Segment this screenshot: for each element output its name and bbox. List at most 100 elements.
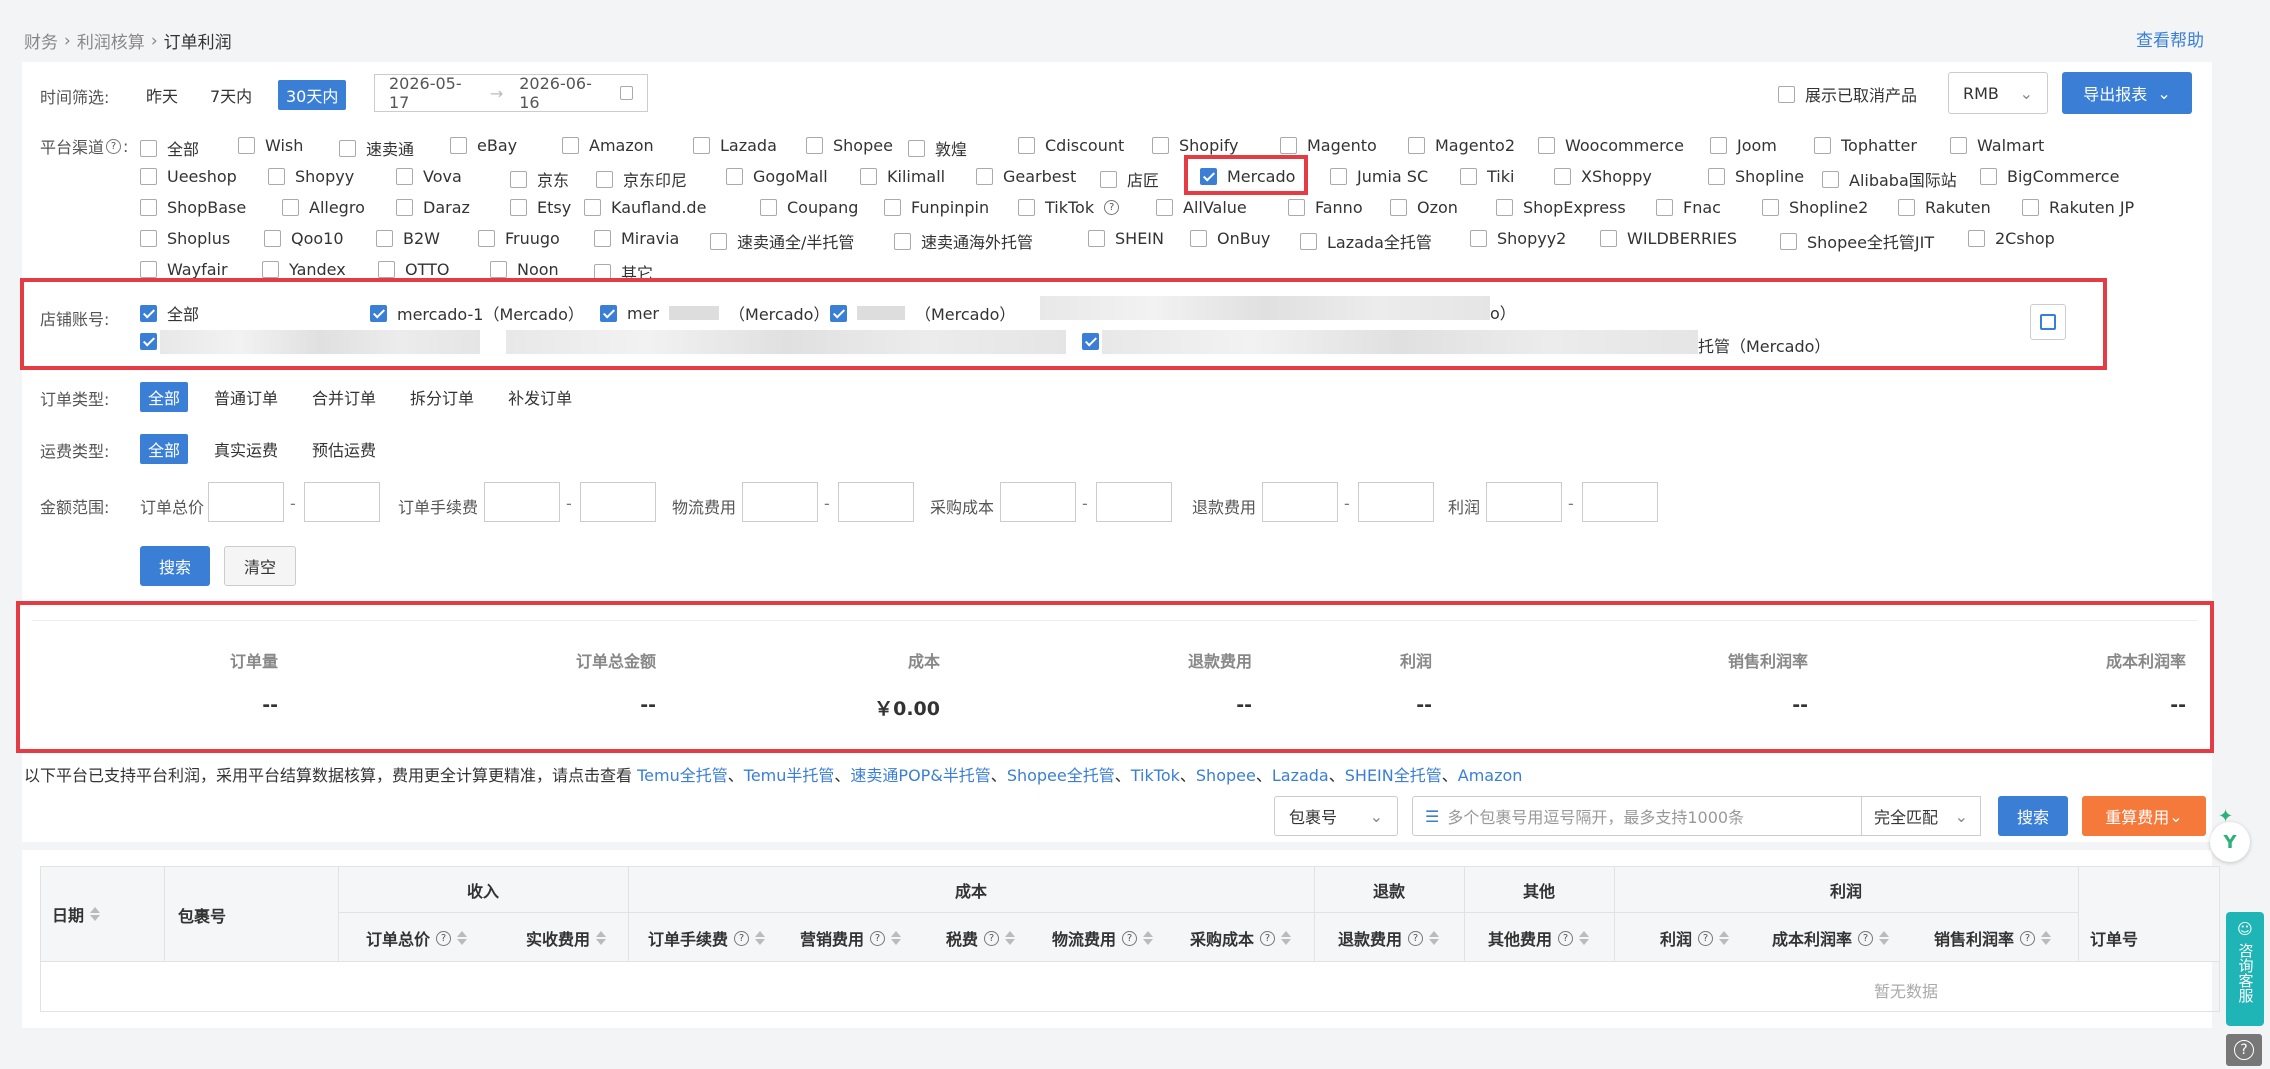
sort-icon[interactable] xyxy=(1719,931,1730,945)
package-search-input[interactable]: ☰ 多个包裹号用逗号隔开，最多支持1000条 xyxy=(1412,796,1862,836)
consult-service-button[interactable]: ☺ 咨询客服 xyxy=(2226,912,2264,1026)
platform-option[interactable]: Lazada全托管 xyxy=(1300,229,1432,253)
sort-icon[interactable] xyxy=(2041,931,2052,945)
platform-option[interactable]: Shoplus xyxy=(140,229,230,248)
amount-min-input[interactable] xyxy=(1000,482,1076,522)
search-button[interactable]: 搜索 xyxy=(140,546,210,586)
platform-option[interactable]: TikTok? xyxy=(1018,198,1120,217)
platform-option[interactable]: Kilimall xyxy=(860,167,945,186)
col-date[interactable]: 日期 xyxy=(52,902,101,926)
amount-min-input[interactable] xyxy=(484,482,560,522)
column-header[interactable]: 采购成本? xyxy=(1190,926,1292,950)
platform-option[interactable]: Magento2 xyxy=(1408,136,1515,155)
sort-icon[interactable] xyxy=(1429,931,1440,945)
platform-option[interactable]: Alibaba国际站 xyxy=(1822,167,1957,191)
column-header[interactable]: 订单号 xyxy=(2090,926,2138,950)
platform-option[interactable]: Shopee xyxy=(806,136,893,155)
help-circle-icon[interactable]: ? xyxy=(870,930,886,946)
order-type-reissue[interactable]: 补发订单 xyxy=(500,382,580,412)
column-header[interactable]: 成本利润率? xyxy=(1772,926,1890,950)
amount-max-input[interactable] xyxy=(580,482,656,522)
platform-option[interactable]: Walmart xyxy=(1950,136,2044,155)
platform-option[interactable]: Allegro xyxy=(282,198,365,217)
platform-option[interactable]: Lazada xyxy=(693,136,777,155)
freight-type-real[interactable]: 真实运费 xyxy=(206,434,286,464)
platform-profit-link[interactable]: Lazada xyxy=(1272,766,1329,785)
sort-icon[interactable] xyxy=(1281,931,1292,945)
package-search-button[interactable]: 搜索 xyxy=(1998,796,2068,836)
platform-option[interactable]: Qoo10 xyxy=(264,229,344,248)
help-circle-icon[interactable]: ? xyxy=(984,930,1000,946)
store-item[interactable]: （Mercado） xyxy=(830,301,1015,325)
order-type-normal[interactable]: 普通订单 xyxy=(206,382,286,412)
platform-option[interactable]: Fnac xyxy=(1656,198,1721,217)
platform-option[interactable]: Shopline2 xyxy=(1762,198,1868,217)
help-circle-icon[interactable]: ? xyxy=(1558,930,1574,946)
help-circle-icon[interactable]: ? xyxy=(2020,930,2036,946)
platform-option[interactable]: SHEIN xyxy=(1088,229,1164,248)
order-type-split[interactable]: 拆分订单 xyxy=(402,382,482,412)
breadcrumb-profit[interactable]: 利润核算 xyxy=(77,28,145,53)
collapse-button[interactable] xyxy=(2030,304,2066,340)
platform-option[interactable]: eBay xyxy=(450,136,517,155)
help-circle-icon[interactable]: ? xyxy=(1104,200,1120,215)
platform-option[interactable]: BigCommerce xyxy=(1980,167,2119,186)
assistant-icon[interactable]: Y xyxy=(2210,822,2250,862)
amount-max-input[interactable] xyxy=(1582,482,1658,522)
amount-min-input[interactable] xyxy=(1262,482,1338,522)
time-option-7days[interactable]: 7天内 xyxy=(202,80,260,110)
column-header[interactable]: 其他费用? xyxy=(1488,926,1590,950)
platform-option[interactable]: Wayfair xyxy=(140,260,228,279)
platform-option[interactable]: Magento xyxy=(1280,136,1377,155)
help-circle-icon[interactable]: ? xyxy=(1408,930,1424,946)
amount-max-input[interactable] xyxy=(1358,482,1434,522)
store-item[interactable]: mercado-1（Mercado） xyxy=(370,301,584,325)
platform-option[interactable]: Ueeshop xyxy=(140,167,237,186)
sort-icon[interactable] xyxy=(1005,931,1016,945)
platform-option[interactable]: Noon xyxy=(490,260,559,279)
platform-option[interactable]: Jumia SC xyxy=(1330,167,1428,186)
platform-option[interactable]: Woocommerce xyxy=(1538,136,1684,155)
platform-option[interactable]: AllValue xyxy=(1156,198,1247,217)
platform-option[interactable]: Rakuten xyxy=(1898,198,1991,217)
platform-option[interactable]: GogoMall xyxy=(726,167,828,186)
store-item[interactable] xyxy=(1082,333,1099,350)
amount-min-input[interactable] xyxy=(208,482,284,522)
store-item[interactable]: mer （Mercado） xyxy=(600,301,829,325)
platform-option[interactable]: 敦煌 xyxy=(908,136,967,160)
platform-option[interactable]: Shopee全托管JIT xyxy=(1780,229,1934,253)
platform-profit-link[interactable]: TikTok xyxy=(1131,766,1180,785)
platform-option[interactable]: Kaufland.de xyxy=(584,198,706,217)
platform-profit-link[interactable]: SHEIN全托管 xyxy=(1345,766,1442,785)
help-link[interactable]: 查看帮助 xyxy=(2136,26,2204,51)
amount-max-input[interactable] xyxy=(838,482,914,522)
platform-option[interactable]: XShoppy xyxy=(1554,167,1652,186)
platform-option[interactable]: 店匠 xyxy=(1100,167,1159,191)
amount-max-input[interactable] xyxy=(1096,482,1172,522)
platform-profit-link[interactable]: Shopee xyxy=(1196,766,1256,785)
column-header[interactable]: 销售利润率? xyxy=(1934,926,2052,950)
store-item[interactable] xyxy=(140,333,157,350)
platform-option[interactable]: 京东 xyxy=(510,167,569,191)
platform-option[interactable]: Rakuten JP xyxy=(2022,198,2134,217)
amount-max-input[interactable] xyxy=(304,482,380,522)
order-type-all[interactable]: 全部 xyxy=(140,382,189,412)
platform-option[interactable]: 速卖通全/半托管 xyxy=(710,229,854,253)
platform-option[interactable]: Miravia xyxy=(594,229,679,248)
help-circle-icon[interactable]: ? xyxy=(436,930,452,946)
help-circle-icon[interactable]: ? xyxy=(1698,930,1714,946)
platform-option[interactable]: B2W xyxy=(376,229,440,248)
help-circle-icon[interactable]: ? xyxy=(734,930,750,946)
date-range-picker[interactable]: 2026-05-17 → 2026-06-16 xyxy=(374,74,648,112)
sort-icon[interactable] xyxy=(457,931,468,945)
amount-min-input[interactable] xyxy=(742,482,818,522)
platform-option[interactable]: Wish xyxy=(238,136,303,155)
platform-option[interactable]: WILDBERRIES xyxy=(1600,229,1737,248)
platform-profit-link[interactable]: Temu半托管 xyxy=(744,766,835,785)
platform-option[interactable]: ShopBase xyxy=(140,198,246,217)
column-header[interactable]: 订单总价? xyxy=(366,926,468,950)
help-button[interactable]: ? xyxy=(2226,1034,2262,1066)
platform-option[interactable]: Etsy xyxy=(510,198,571,217)
platform-option[interactable]: Shopyy2 xyxy=(1470,229,1566,248)
help-circle-icon[interactable]: ? xyxy=(1260,930,1276,946)
